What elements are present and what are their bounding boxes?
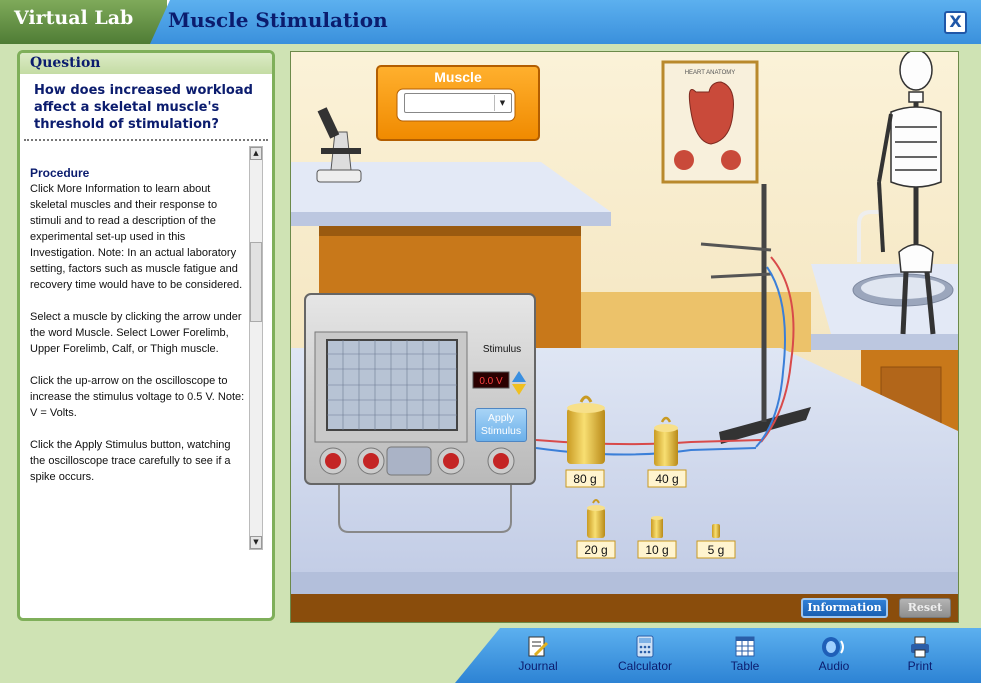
close-button[interactable]: X: [944, 11, 967, 34]
table-icon: [735, 636, 755, 657]
procedure-text: Procedure Click More Information to lear…: [30, 165, 248, 605]
scroll-thumb[interactable]: [250, 242, 262, 322]
procedure-paragraph: Click the Apply Stimulus button, watchin…: [30, 439, 231, 483]
scroll-up-arrow-icon[interactable]: ▲: [250, 147, 262, 160]
procedure-heading: Procedure: [30, 166, 90, 180]
voltage-readout: 0.0 V: [479, 376, 503, 387]
voltage-up-arrow-icon[interactable]: [512, 371, 526, 382]
audio-tool[interactable]: Audio: [799, 635, 869, 673]
muscle-label: Muscle: [434, 69, 482, 85]
brand-label: Virtual Lab: [14, 7, 134, 29]
weight-label-20g: 20 g: [584, 543, 607, 557]
scroll-down-arrow-icon[interactable]: ▼: [250, 536, 262, 549]
question-text: How does increased workload affect a ske…: [24, 74, 268, 141]
apply-stimulus-line2: Stimulus: [480, 425, 522, 437]
table-tool[interactable]: Table: [710, 635, 780, 673]
journal-icon: [528, 636, 549, 657]
apply-stimulus-button[interactable]: Apply Stimulus: [475, 408, 527, 442]
print-label: Print: [907, 659, 933, 673]
journal-tool[interactable]: Journal: [503, 635, 573, 673]
lab-illustration: HEART ANATOMY Stimulus 0.0 V 80 g 40 g 2…: [291, 52, 958, 622]
calculator-tool[interactable]: Calculator: [610, 635, 680, 673]
header-bar: Virtual Lab Muscle Stimulation X: [0, 0, 981, 44]
audio-icon: [822, 637, 844, 657]
weight-label-10g: 10 g: [645, 543, 668, 557]
weight-80g[interactable]: 80 g: [565, 395, 605, 488]
reset-button[interactable]: Reset: [899, 598, 951, 618]
poster-caption: HEART ANATOMY: [685, 70, 736, 76]
muscle-dropdown[interactable]: ▼: [404, 93, 512, 113]
voltage-stepper[interactable]: [512, 371, 526, 395]
calculator-icon: [636, 635, 654, 658]
print-icon: [911, 636, 929, 658]
audio-label: Audio: [818, 659, 850, 673]
procedure-scrollbar[interactable]: ▲ ▼: [249, 146, 263, 550]
print-tool[interactable]: Print: [885, 635, 955, 673]
table-label: Table: [730, 659, 760, 673]
chevron-down-icon[interactable]: ▼: [494, 95, 510, 111]
lab-scene: HEART ANATOMY Stimulus 0.0 V 80 g 40 g 2…: [290, 51, 959, 623]
information-button[interactable]: Information: [801, 598, 888, 618]
weight-label-40g: 40 g: [655, 472, 678, 486]
calculator-label: Calculator: [617, 659, 673, 673]
procedure-paragraph: Click More Information to learn about sk…: [30, 183, 243, 291]
weight-label-5g: 5 g: [708, 543, 725, 557]
weight-label-80g: 80 g: [573, 472, 596, 486]
apply-stimulus-line1: Apply: [487, 412, 515, 424]
question-heading: Question: [20, 53, 272, 74]
bottom-toolbar: Journal Calculator Table Audio Print: [455, 628, 981, 683]
procedure-paragraph: Click the up-arrow on the oscilloscope t…: [30, 375, 245, 419]
voltage-down-arrow-icon[interactable]: [512, 384, 526, 395]
procedure-paragraph: Select a muscle by clicking the arrow un…: [30, 311, 242, 355]
brand-tab: Virtual Lab: [0, 0, 170, 44]
stimulus-label: Stimulus: [483, 344, 521, 355]
journal-label: Journal: [518, 659, 558, 673]
heart-poster: HEART ANATOMY: [661, 60, 759, 184]
page-title: Muscle Stimulation: [168, 8, 388, 32]
question-panel: Question How does increased workload aff…: [17, 50, 275, 621]
